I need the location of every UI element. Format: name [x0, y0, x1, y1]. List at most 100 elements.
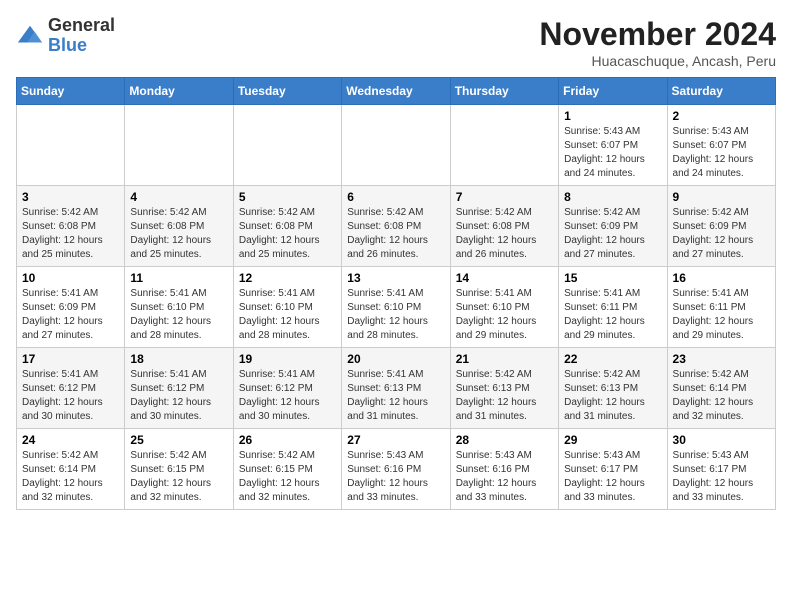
day-number: 3	[22, 190, 119, 204]
day-number: 2	[673, 109, 770, 123]
day-info: Sunrise: 5:41 AM Sunset: 6:10 PM Dayligh…	[347, 287, 444, 343]
calendar-week-row: 10 Sunrise: 5:41 AM Sunset: 6:09 PM Dayli…	[17, 267, 776, 348]
day-number: 9	[673, 190, 770, 204]
day-info: Sunrise: 5:42 AM Sunset: 6:09 PM Dayligh…	[564, 206, 661, 262]
logo-icon	[16, 22, 44, 50]
day-number: 1	[564, 109, 661, 123]
day-of-week-header: Wednesday	[342, 78, 450, 105]
day-of-week-header: Friday	[559, 78, 667, 105]
calendar-day-cell: 21 Sunrise: 5:42 AM Sunset: 6:13 PM Dayli…	[450, 348, 558, 429]
calendar-day-cell: 27Sunrise: 5:43 AM Sunset: 6:16 PM Dayli…	[342, 429, 450, 510]
calendar-day-cell: 17Sunrise: 5:41 AM Sunset: 6:12 PM Dayli…	[17, 348, 125, 429]
calendar-day-cell: 11 Sunrise: 5:41 AM Sunset: 6:10 PM Dayli…	[125, 267, 233, 348]
day-info: Sunrise: 5:43 AM Sunset: 6:17 PM Dayligh…	[673, 449, 770, 505]
calendar-day-cell: 16 Sunrise: 5:41 AM Sunset: 6:11 PM Dayli…	[667, 267, 775, 348]
day-number: 28	[456, 433, 553, 447]
calendar-day-cell: 15 Sunrise: 5:41 AM Sunset: 6:11 PM Dayli…	[559, 267, 667, 348]
day-number: 8	[564, 190, 661, 204]
calendar-week-row: 1 Sunrise: 5:43 AM Sunset: 6:07 PM Daylig…	[17, 105, 776, 186]
day-info: Sunrise: 5:42 AM Sunset: 6:08 PM Dayligh…	[456, 206, 553, 262]
day-number: 22	[564, 352, 661, 366]
day-number: 27	[347, 433, 444, 447]
calendar-day-cell: 13 Sunrise: 5:41 AM Sunset: 6:10 PM Dayli…	[342, 267, 450, 348]
day-number: 25	[130, 433, 227, 447]
calendar-day-cell: 26Sunrise: 5:42 AM Sunset: 6:15 PM Dayli…	[233, 429, 341, 510]
day-number: 12	[239, 271, 336, 285]
day-info: Sunrise: 5:42 AM Sunset: 6:13 PM Dayligh…	[456, 368, 553, 424]
calendar-day-cell	[125, 105, 233, 186]
day-number: 18	[130, 352, 227, 366]
calendar-day-cell: 4 Sunrise: 5:42 AM Sunset: 6:08 PM Daylig…	[125, 186, 233, 267]
day-number: 14	[456, 271, 553, 285]
day-info: Sunrise: 5:41 AM Sunset: 6:12 PM Dayligh…	[22, 368, 119, 424]
day-number: 13	[347, 271, 444, 285]
day-info: Sunrise: 5:41 AM Sunset: 6:10 PM Dayligh…	[239, 287, 336, 343]
day-info: Sunrise: 5:41 AM Sunset: 6:12 PM Dayligh…	[130, 368, 227, 424]
day-info: Sunrise: 5:42 AM Sunset: 6:08 PM Dayligh…	[22, 206, 119, 262]
calendar-day-cell: 14 Sunrise: 5:41 AM Sunset: 6:10 PM Dayli…	[450, 267, 558, 348]
day-number: 11	[130, 271, 227, 285]
day-number: 16	[673, 271, 770, 285]
day-info: Sunrise: 5:41 AM Sunset: 6:09 PM Dayligh…	[22, 287, 119, 343]
calendar-day-cell: 9 Sunrise: 5:42 AM Sunset: 6:09 PM Daylig…	[667, 186, 775, 267]
calendar-day-cell	[342, 105, 450, 186]
day-of-week-header: Sunday	[17, 78, 125, 105]
day-number: 6	[347, 190, 444, 204]
calendar-day-cell: 7 Sunrise: 5:42 AM Sunset: 6:08 PM Daylig…	[450, 186, 558, 267]
day-info: Sunrise: 5:42 AM Sunset: 6:08 PM Dayligh…	[130, 206, 227, 262]
calendar-day-cell: 5Sunrise: 5:42 AM Sunset: 6:08 PM Daylig…	[233, 186, 341, 267]
calendar-day-cell: 20Sunrise: 5:41 AM Sunset: 6:13 PM Dayli…	[342, 348, 450, 429]
calendar-day-cell: 12 Sunrise: 5:41 AM Sunset: 6:10 PM Dayli…	[233, 267, 341, 348]
calendar-day-cell: 28Sunrise: 5:43 AM Sunset: 6:16 PM Dayli…	[450, 429, 558, 510]
day-number: 5	[239, 190, 336, 204]
calendar-week-row: 17Sunrise: 5:41 AM Sunset: 6:12 PM Dayli…	[17, 348, 776, 429]
day-info: Sunrise: 5:42 AM Sunset: 6:14 PM Dayligh…	[22, 449, 119, 505]
day-of-week-header: Saturday	[667, 78, 775, 105]
calendar-day-cell: 22 Sunrise: 5:42 AM Sunset: 6:13 PM Dayli…	[559, 348, 667, 429]
day-number: 4	[130, 190, 227, 204]
day-of-week-header: Thursday	[450, 78, 558, 105]
day-number: 24	[22, 433, 119, 447]
day-info: Sunrise: 5:42 AM Sunset: 6:13 PM Dayligh…	[564, 368, 661, 424]
calendar-day-cell: 24 Sunrise: 5:42 AM Sunset: 6:14 PM Dayli…	[17, 429, 125, 510]
title-area: November 2024 Huacaschuque, Ancash, Peru	[539, 16, 776, 69]
calendar-day-cell: 25 Sunrise: 5:42 AM Sunset: 6:15 PM Dayli…	[125, 429, 233, 510]
day-number: 29	[564, 433, 661, 447]
calendar-day-cell: 19 Sunrise: 5:41 AM Sunset: 6:12 PM Dayli…	[233, 348, 341, 429]
logo-blue-text: Blue	[48, 35, 87, 55]
calendar-day-cell: 23Sunrise: 5:42 AM Sunset: 6:14 PM Dayli…	[667, 348, 775, 429]
calendar-day-cell: 3 Sunrise: 5:42 AM Sunset: 6:08 PM Daylig…	[17, 186, 125, 267]
day-of-week-header: Tuesday	[233, 78, 341, 105]
day-info: Sunrise: 5:41 AM Sunset: 6:10 PM Dayligh…	[130, 287, 227, 343]
day-info: Sunrise: 5:42 AM Sunset: 6:09 PM Dayligh…	[673, 206, 770, 262]
day-info: Sunrise: 5:42 AM Sunset: 6:08 PM Dayligh…	[347, 206, 444, 262]
calendar-day-cell: 10 Sunrise: 5:41 AM Sunset: 6:09 PM Dayli…	[17, 267, 125, 348]
day-number: 7	[456, 190, 553, 204]
logo-general-text: General	[48, 15, 115, 35]
calendar-day-cell: 1 Sunrise: 5:43 AM Sunset: 6:07 PM Daylig…	[559, 105, 667, 186]
calendar-day-cell: 2Sunrise: 5:43 AM Sunset: 6:07 PM Daylig…	[667, 105, 775, 186]
day-info: Sunrise: 5:41 AM Sunset: 6:10 PM Dayligh…	[456, 287, 553, 343]
day-number: 26	[239, 433, 336, 447]
calendar-week-row: 3 Sunrise: 5:42 AM Sunset: 6:08 PM Daylig…	[17, 186, 776, 267]
day-info: Sunrise: 5:41 AM Sunset: 6:11 PM Dayligh…	[564, 287, 661, 343]
calendar-day-cell: 18 Sunrise: 5:41 AM Sunset: 6:12 PM Dayli…	[125, 348, 233, 429]
day-info: Sunrise: 5:43 AM Sunset: 6:07 PM Dayligh…	[564, 125, 661, 181]
day-info: Sunrise: 5:42 AM Sunset: 6:15 PM Dayligh…	[130, 449, 227, 505]
calendar-day-cell: 30 Sunrise: 5:43 AM Sunset: 6:17 PM Dayli…	[667, 429, 775, 510]
day-number: 21	[456, 352, 553, 366]
day-number: 10	[22, 271, 119, 285]
day-info: Sunrise: 5:41 AM Sunset: 6:13 PM Dayligh…	[347, 368, 444, 424]
day-info: Sunrise: 5:41 AM Sunset: 6:12 PM Dayligh…	[239, 368, 336, 424]
calendar-week-row: 24 Sunrise: 5:42 AM Sunset: 6:14 PM Dayli…	[17, 429, 776, 510]
day-number: 30	[673, 433, 770, 447]
day-number: 19	[239, 352, 336, 366]
calendar-subtitle: Huacaschuque, Ancash, Peru	[539, 53, 776, 69]
calendar-day-cell: 29Sunrise: 5:43 AM Sunset: 6:17 PM Dayli…	[559, 429, 667, 510]
day-number: 15	[564, 271, 661, 285]
logo: General Blue	[16, 16, 115, 56]
calendar-day-cell	[233, 105, 341, 186]
day-of-week-header: Monday	[125, 78, 233, 105]
header: General Blue November 2024 Huacaschuque,…	[16, 16, 776, 69]
day-info: Sunrise: 5:41 AM Sunset: 6:11 PM Dayligh…	[673, 287, 770, 343]
